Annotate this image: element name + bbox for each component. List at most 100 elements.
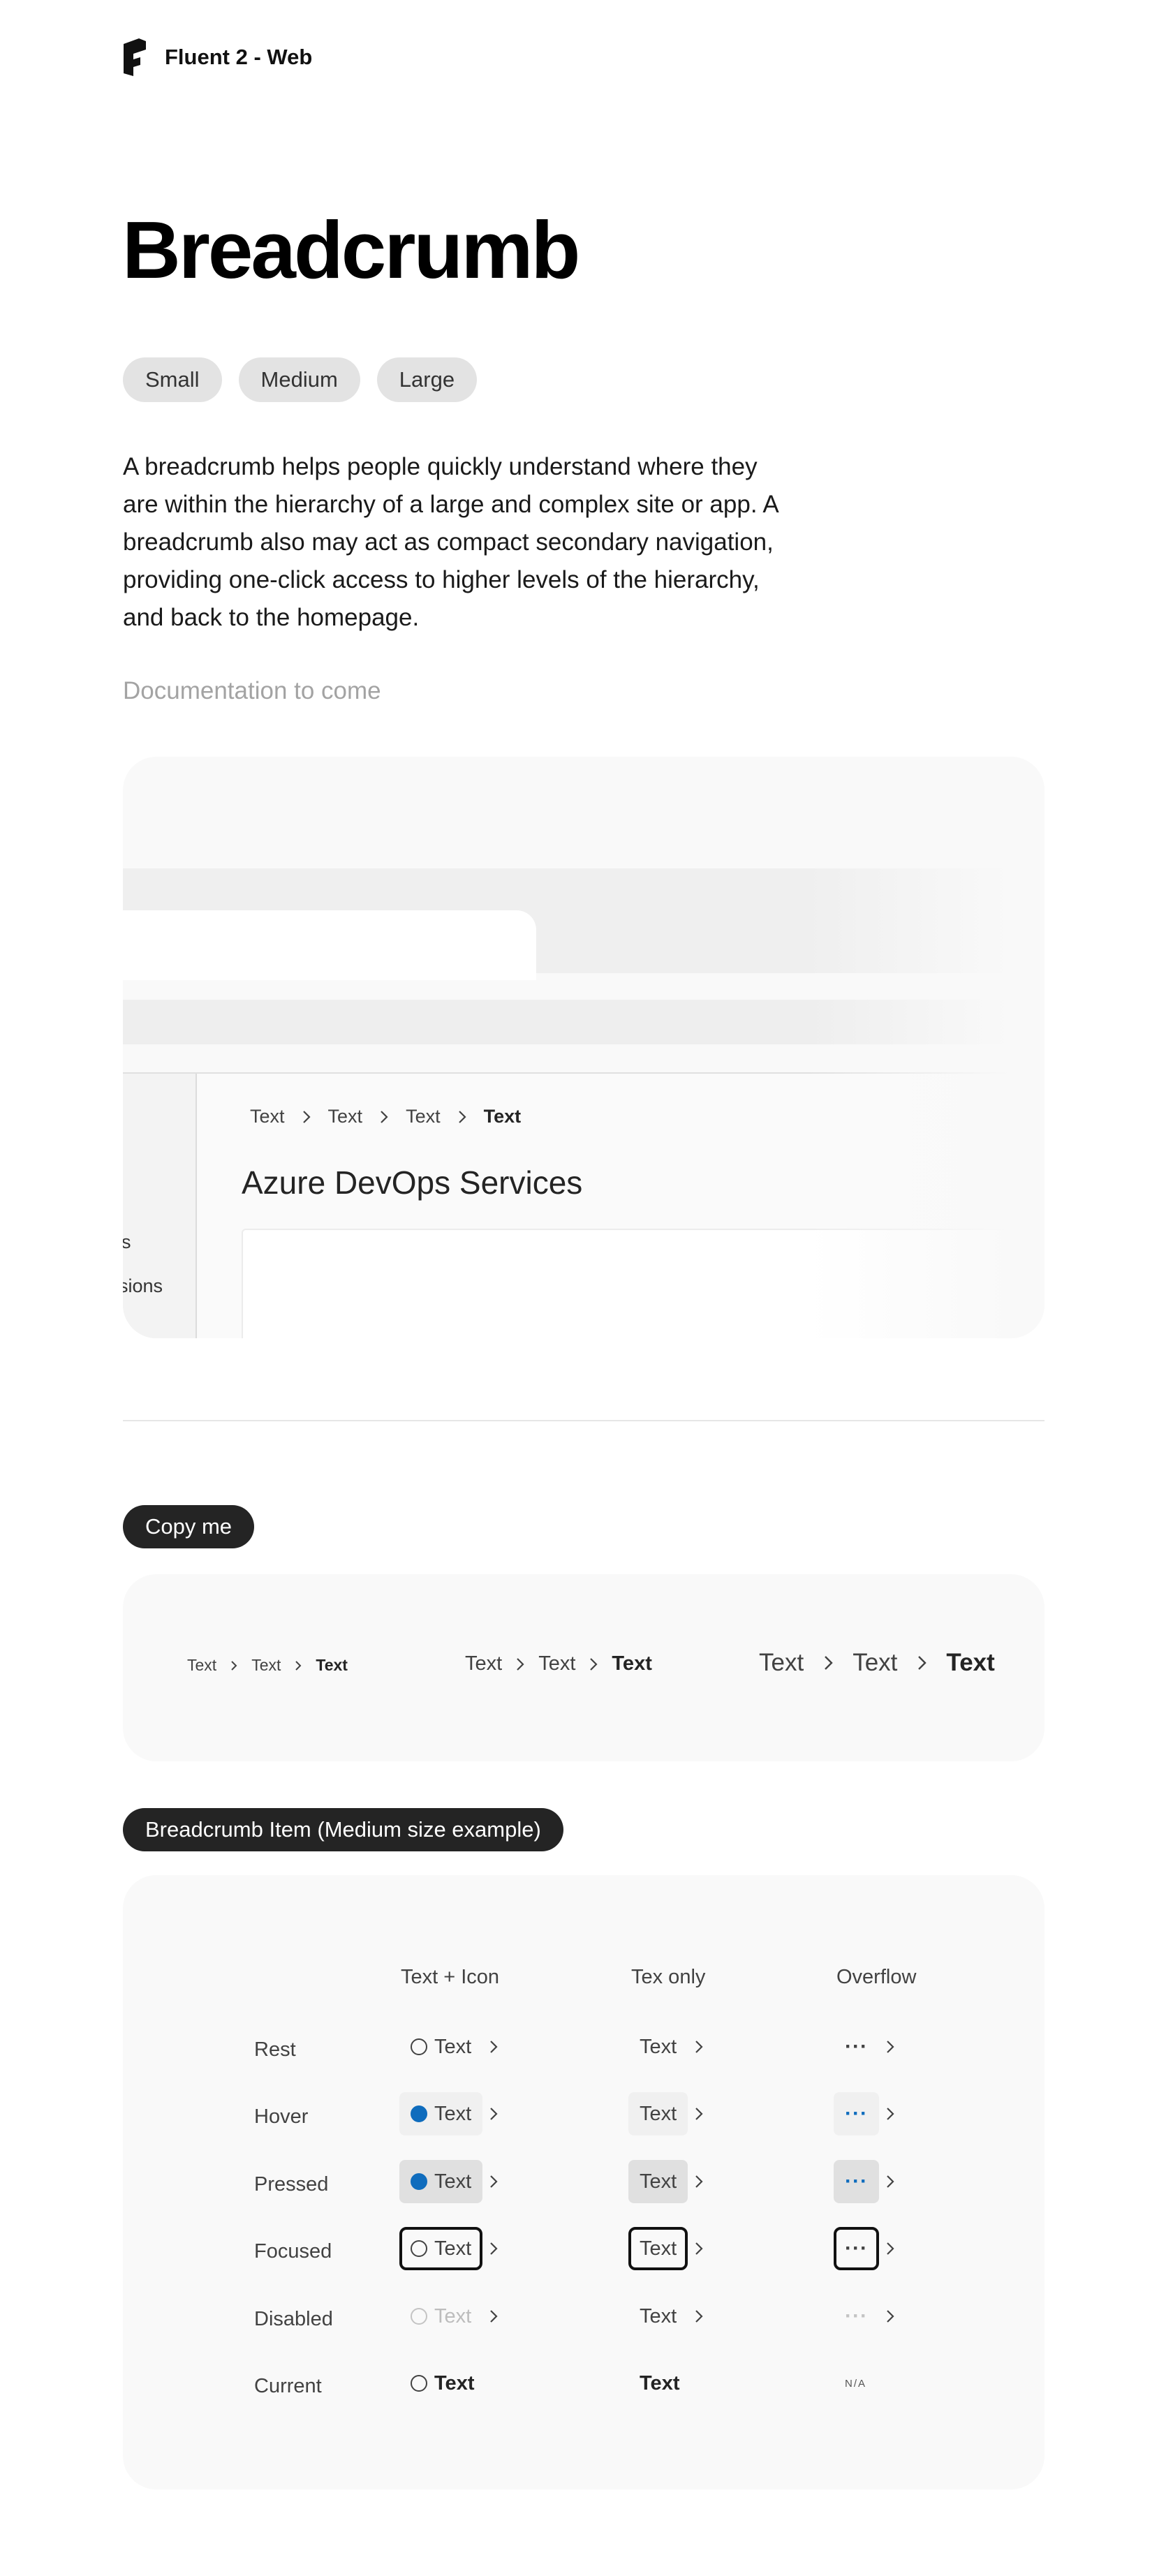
breadcrumb-item[interactable]: Text	[853, 1649, 897, 1677]
more-horizontal-icon: ···	[845, 2170, 868, 2193]
chevron-right-icon	[825, 1656, 833, 1670]
preview-heading: Azure DevOps Services	[242, 1164, 583, 1201]
page-title: Breadcrumb	[122, 205, 580, 295]
chevron-right-icon	[490, 2108, 498, 2120]
circle-icon	[411, 2375, 427, 2392]
item-current-text-only: Text	[640, 2371, 680, 2394]
column-header-text-icon: Text + Icon	[401, 1966, 500, 1988]
preview-breadcrumb: Text Text Text Text	[250, 1106, 521, 1127]
breadcrumb-item[interactable]: Text	[406, 1106, 441, 1127]
breadcrumb-item[interactable]: Text	[465, 1652, 502, 1675]
chevron-right-icon	[887, 2175, 894, 2188]
chevron-right-icon	[490, 2041, 498, 2053]
breadcrumb-medium: Text Text Text	[465, 1652, 652, 1675]
breadcrumb-item[interactable]: Text	[759, 1649, 804, 1677]
chevron-right-icon	[590, 1657, 598, 1671]
circle-filled-icon	[411, 2173, 427, 2190]
column-header-text-only: Tex only	[631, 1966, 706, 1988]
chevron-right-icon	[458, 1110, 466, 1123]
item-hover-text-icon[interactable]: Text	[399, 2092, 499, 2135]
item-pressed-text-icon[interactable]: Text	[399, 2160, 499, 2203]
more-horizontal-icon: ···	[845, 2102, 868, 2125]
preview-sidebar	[123, 1074, 197, 1338]
item-focused-text-icon[interactable]: Text	[399, 2227, 499, 2270]
chevron-right-icon	[490, 2175, 498, 2188]
breadcrumb-item[interactable]: Text	[538, 1652, 575, 1675]
size-examples-card: Text Text Text Text Text Text Text Text …	[123, 1574, 1045, 1761]
chevron-right-icon	[490, 2242, 498, 2255]
item-disabled-text-icon: Text	[399, 2295, 499, 2338]
more-horizontal-icon: ···	[845, 2237, 868, 2260]
fluent-logo-icon	[124, 38, 146, 76]
chevron-right-icon	[695, 2108, 703, 2120]
brand-name[interactable]: Fluent 2 - Web	[165, 45, 312, 70]
chevron-right-icon	[381, 1110, 388, 1123]
description: A breadcrumb helps people quickly unders…	[123, 453, 778, 631]
breadcrumb-item[interactable]: Text	[250, 1106, 285, 1127]
more-horizontal-icon: ···	[845, 2304, 868, 2327]
row-label-pressed: Pressed	[254, 2173, 329, 2196]
preview-active-tab	[123, 910, 536, 980]
chevron-right-icon	[695, 2175, 703, 2188]
chevron-right-icon	[517, 1657, 524, 1671]
chevron-right-icon	[887, 2310, 894, 2323]
chevron-right-icon	[887, 2108, 894, 2120]
breadcrumb-item[interactable]: Text	[251, 1656, 281, 1675]
item-hover-overflow[interactable]: ···	[834, 2092, 896, 2135]
row-label-rest: Rest	[254, 2038, 296, 2061]
item-rest-overflow[interactable]: ···	[834, 2025, 896, 2068]
breadcrumb-item[interactable]: Text	[328, 1106, 363, 1127]
circle-icon	[411, 2038, 427, 2055]
chevron-right-icon	[887, 2041, 894, 2053]
breadcrumb-current-item: Text	[483, 1106, 522, 1127]
preview-fade-overlay	[807, 757, 1045, 1338]
item-rest-text-icon[interactable]: Text	[399, 2025, 499, 2068]
chevron-right-icon	[295, 1660, 302, 1671]
size-pill-medium[interactable]: Medium	[238, 357, 360, 402]
preview-sidebar-item: sions	[123, 1275, 163, 1296]
preview-card: s sions Text Text Text Text Azure DevOps…	[123, 757, 1045, 1338]
breadcrumb-current-item: Text	[612, 1652, 652, 1675]
item-disabled-text-only: Text	[628, 2295, 704, 2338]
circle-filled-icon	[411, 2105, 427, 2122]
chevron-right-icon	[695, 2310, 703, 2323]
section-divider	[123, 1420, 1045, 1421]
preview-sidebar-item: s	[123, 1231, 131, 1252]
breadcrumb-large: Text Text Text	[759, 1649, 995, 1677]
chevron-right-icon	[695, 2242, 703, 2255]
item-pressed-text-only[interactable]: Text	[628, 2160, 704, 2203]
item-current-text-icon: Text	[399, 2362, 485, 2405]
breadcrumb-current-item: Text	[946, 1649, 995, 1676]
row-label-current: Current	[254, 2375, 322, 2397]
chevron-right-icon	[231, 1660, 237, 1671]
item-rest-text-only[interactable]: Text	[628, 2025, 704, 2068]
chevron-right-icon	[695, 2041, 703, 2053]
copy-me-tag: Copy me	[123, 1505, 255, 1548]
breadcrumb-small: Text Text Text	[187, 1656, 348, 1675]
chevron-right-icon	[887, 2242, 894, 2255]
chevron-right-icon	[490, 2310, 498, 2323]
item-pressed-overflow[interactable]: ···	[834, 2160, 896, 2203]
breadcrumb-item[interactable]: Text	[187, 1656, 216, 1675]
item-hover-text-only[interactable]: Text	[628, 2092, 704, 2135]
more-horizontal-icon: ···	[845, 2035, 868, 2058]
item-states-card: Text + Icon Tex only Overflow Rest Hover…	[123, 1875, 1045, 2489]
size-pill-large[interactable]: Large	[376, 357, 478, 402]
row-label-focused: Focused	[254, 2240, 332, 2263]
breadcrumb-current-item: Text	[316, 1656, 348, 1674]
column-header-overflow: Overflow	[836, 1966, 917, 1988]
circle-icon	[411, 2240, 427, 2257]
size-pills: Small Medium Large	[123, 357, 478, 402]
chevron-right-icon	[302, 1110, 311, 1123]
breadcrumb-item-tag: Breadcrumb Item (Medium size example)	[123, 1808, 563, 1851]
documentation-note: Documentation to come	[123, 677, 381, 704]
item-disabled-overflow: ···	[834, 2295, 896, 2338]
item-focused-overflow[interactable]: ···	[834, 2227, 896, 2270]
item-current-overflow-na: N/A	[845, 2377, 867, 2390]
chevron-right-icon	[918, 1656, 927, 1670]
row-label-hover: Hover	[254, 2105, 309, 2128]
item-focused-text-only[interactable]: Text	[628, 2227, 704, 2270]
circle-icon	[411, 2308, 427, 2325]
size-pill-small[interactable]: Small	[123, 357, 222, 402]
row-label-disabled: Disabled	[254, 2308, 333, 2330]
